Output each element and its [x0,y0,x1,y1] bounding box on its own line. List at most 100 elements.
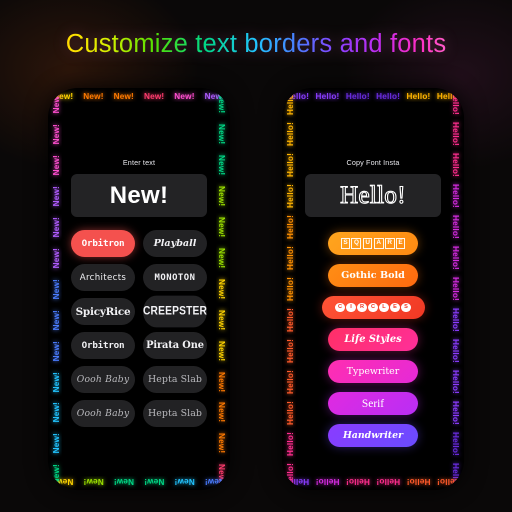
text-preview-box-left[interactable]: New! [71,174,207,217]
border-word: Hello! [451,338,460,363]
border-word: Hello! [286,153,295,178]
style-pill[interactable]: Handwriter [328,424,418,447]
border-word: New! [217,464,226,485]
font-chip-label: Oooh Baby [76,408,130,419]
border-word: New! [217,186,226,207]
border-word: Hello! [451,122,460,147]
border-word: New! [174,477,195,486]
border-word: New! [52,216,61,238]
font-chip[interactable]: CREEPSTER [143,295,207,328]
style-pill-label: Serif [361,397,385,410]
border-word: Hello! [451,184,460,209]
glyph-cell: L [379,302,389,313]
glyph-cell: E [390,302,400,313]
border-word: New! [113,477,135,486]
border-word: Hello! [451,246,460,271]
glyph-cell: S [340,237,351,250]
border-word: Hello! [436,477,461,486]
font-picker-grid: Orbitron Playball Architects MONOTON SpicyRi… [71,230,207,427]
style-pill[interactable]: SQUARE [328,232,418,255]
font-chip[interactable]: Hepta Slab [143,400,207,427]
border-word: New! [217,278,226,300]
border-word: Hello! [451,369,460,394]
font-chip-label: Orbitron [81,340,125,351]
border-word: New! [52,278,61,300]
border-word: Hello! [286,215,295,240]
style-pill[interactable]: Life Styles [328,328,418,351]
style-pill-label: CIRCLES [335,302,411,313]
border-word: New! [143,92,165,101]
border-word: Hello! [286,307,295,332]
style-pill-label: Gothic Bold [341,270,405,281]
style-pill[interactable]: Gothic Bold [328,264,418,287]
border-word: Hello! [285,477,310,486]
font-chip-label: Playball [153,238,197,249]
style-pill[interactable]: Serif [328,392,418,415]
font-chip[interactable]: SpicyRice [71,298,135,325]
border-word: New! [52,340,61,362]
border-word: Hello! [286,462,295,487]
font-chip[interactable]: Oooh Baby [71,366,135,393]
text-preview-box-right[interactable]: Hello! [305,174,441,217]
border-word: New! [217,402,226,423]
font-chip[interactable]: Orbitron [71,230,135,257]
border-word: New! [217,247,226,269]
border-word: New! [52,309,61,331]
border-word: New! [204,92,225,101]
glyph-cell: C [335,302,345,313]
style-pill[interactable]: CIRCLES [321,296,425,319]
border-word: New! [52,93,61,114]
border-word: New! [217,155,226,176]
border-word: New! [217,93,226,114]
border-word: Hello! [376,477,401,486]
font-chip-label: Oooh Baby [76,374,130,385]
font-style-list: S Q U A R E Gothic Bold C I R C L E S Life Styles Typew… [305,232,441,447]
glyph-cell: A [373,237,384,250]
font-chip[interactable]: Hepta Slab [143,366,207,393]
glyph-cell: C [368,302,378,313]
border-word: Hello! [286,184,295,209]
border-word: Hello! [286,431,295,456]
style-pill-label: SQUARE [340,237,406,250]
glyph-cell: E [395,237,406,250]
style-pill[interactable]: Typewriter [328,360,418,383]
border-word: Hello! [345,92,370,101]
enter-text-label: Enter text [122,158,156,167]
font-chip-label: Architects [79,272,127,283]
border-word: New! [52,155,61,176]
border-word: New! [52,247,61,269]
border-word: Hello! [286,338,295,363]
border-word: Hello! [345,477,370,486]
border-word: New! [217,124,226,145]
font-chip-label: Hepta Slab [147,374,203,385]
glyph-cell: U [362,237,373,250]
border-word: New! [52,402,61,423]
border-word: New! [52,124,61,145]
font-chip-label: MONOTON [154,272,196,283]
phone-mockup-right: Hello! Hello! Hello! Hello! Hello! Hello! Hell… [282,88,464,490]
border-word: New! [83,92,104,101]
font-chip[interactable]: MONOTON [143,264,207,291]
font-chip[interactable]: Orbitron [71,332,135,359]
border-word: New! [113,92,134,101]
font-chip[interactable]: Oooh Baby [71,400,135,427]
border-right: Hello! Hello! Hello! Hello! Hello! Hello! Hell… [448,88,463,490]
glyph-cell: Q [351,237,362,250]
border-word: Hello! [286,400,295,425]
font-chip-label: Pirata One [146,340,204,351]
page-title: Customize text borders and fonts [0,30,512,59]
border-word: New! [52,433,61,454]
border-word: Hello! [436,92,461,101]
font-chip[interactable]: Architects [71,264,135,291]
border-word: Hello! [451,400,460,425]
border-word: New! [174,92,195,101]
font-chip[interactable]: Playball [143,230,207,257]
preview-text-left: New! [109,181,169,209]
glyph-cell: I [346,302,356,313]
glyph-cell: R [357,302,367,313]
font-chip-label: Hepta Slab [147,408,203,419]
border-word: Hello! [315,477,340,486]
font-chip-label: CREEPSTER [143,305,207,318]
font-chip[interactable]: Pirata One [143,332,207,359]
style-pill-label: Typewriter [346,366,400,377]
